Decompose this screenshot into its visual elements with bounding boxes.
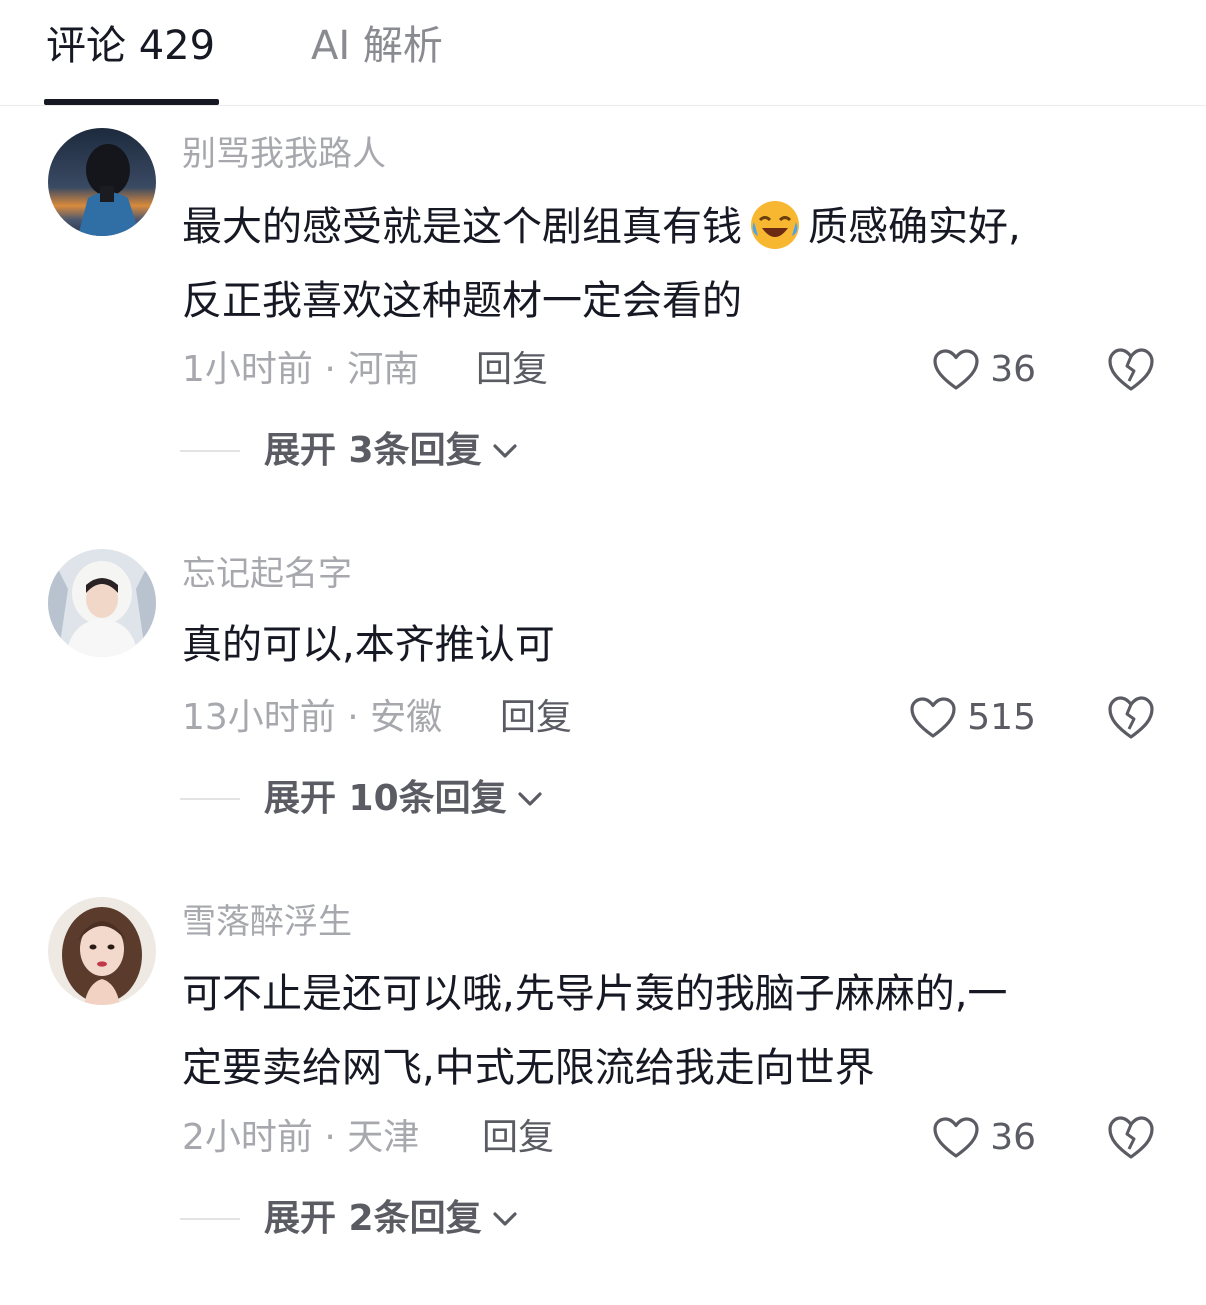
heart-icon	[910, 697, 956, 738]
comment-meta: 13小时前 · 安徽	[182, 697, 443, 738]
avatar[interactable]	[48, 128, 156, 236]
broken-heart-icon	[1108, 696, 1154, 739]
reply-button[interactable]: 回复	[476, 348, 548, 392]
laughing-crying-emoji-icon	[748, 198, 802, 252]
expand-divider	[180, 798, 240, 800]
reply-button[interactable]: 回复	[482, 1116, 554, 1160]
comment-username[interactable]: 雪落醉浮生	[182, 901, 352, 943]
comment-username[interactable]: 别骂我我路人	[182, 133, 386, 175]
comment-tabs: 评论 429 AI 解析	[0, 0, 1206, 106]
heart-icon	[933, 1117, 979, 1158]
active-tab-indicator	[44, 99, 219, 105]
dislike-button[interactable]	[1106, 346, 1156, 394]
heart-icon	[933, 349, 979, 390]
reply-button[interactable]: 回复	[500, 696, 572, 740]
like-button[interactable]: 515	[909, 693, 1036, 743]
comment-text: 最大的感受就是这个剧组真有钱 质感确实好, 反正我喜欢这种题材一定会看的	[182, 190, 1172, 338]
comment-username[interactable]: 忘记起名字	[182, 553, 352, 595]
expand-divider	[180, 450, 240, 452]
avatar[interactable]	[48, 897, 156, 1005]
comment-text: 可不止是还可以哦,先导片轰的我脑子麻麻的,一 定要卖给网飞,中式无限流给我走向世…	[182, 957, 1172, 1105]
expand-replies-label: 展开 2条回复	[264, 1198, 482, 1239]
like-count: 515	[967, 697, 1036, 738]
dislike-button[interactable]	[1106, 1114, 1156, 1162]
like-button[interactable]: 36	[932, 345, 1036, 395]
expand-replies-button[interactable]: 展开 10条回复	[264, 777, 543, 821]
expand-replies-label: 展开 10条回复	[264, 778, 507, 819]
comment-meta: 1小时前 · 河南	[182, 349, 420, 390]
comment-meta: 2小时前 · 天津	[182, 1117, 420, 1158]
chevron-down-icon	[518, 792, 542, 806]
tab-comments[interactable]: 评论 429	[46, 22, 215, 70]
like-count: 36	[990, 349, 1036, 390]
expand-replies-button[interactable]: 展开 2条回复	[264, 1197, 518, 1241]
expand-replies-button[interactable]: 展开 3条回复	[264, 429, 518, 473]
chevron-down-icon	[492, 444, 517, 458]
like-count: 36	[990, 1117, 1036, 1158]
tab-ai-analysis[interactable]: AI 解析	[311, 22, 443, 70]
comment-text-part: 可不止是还可以哦,先导片轰的我脑子麻麻的,一	[182, 971, 1008, 1017]
expand-divider	[180, 1218, 240, 1220]
comment-text-part: 真的可以,本齐推认可	[182, 622, 555, 668]
like-button[interactable]: 36	[932, 1113, 1036, 1163]
comment-text-part: 质感确实好,	[808, 204, 1021, 250]
comment-text-part: 反正我喜欢这种题材一定会看的	[182, 278, 742, 324]
chevron-down-icon	[492, 1212, 517, 1226]
comment-text: 真的可以,本齐推认可	[182, 608, 1172, 682]
dislike-button[interactable]	[1106, 694, 1156, 742]
comment-text-part: 定要卖给网飞,中式无限流给我走向世界	[182, 1045, 875, 1091]
comment-text-part: 最大的感受就是这个剧组真有钱	[182, 204, 742, 250]
broken-heart-icon	[1108, 1116, 1154, 1159]
avatar[interactable]	[48, 549, 156, 657]
broken-heart-icon	[1108, 348, 1154, 391]
expand-replies-label: 展开 3条回复	[264, 430, 482, 471]
